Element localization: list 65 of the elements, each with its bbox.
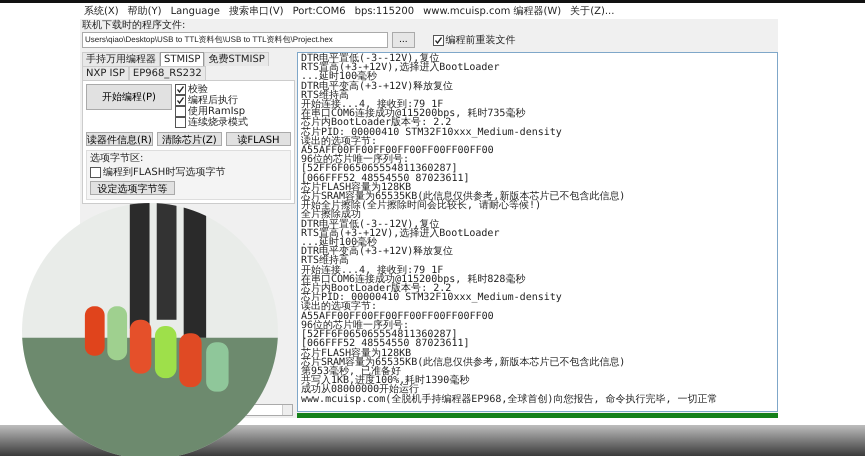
log-line: 在串口COM6连接成功@115200bps, 耗时735毫秒 <box>301 109 526 118</box>
menu-item[interactable]: 系统(X) <box>84 6 119 18</box>
log-line: A55AFF00FF00FF00FF00FF00FF00FF00 <box>301 312 495 321</box>
log-line: www.mcuisp.com(全脱机手持编程器EP968,全球首创)向您报告, 命令执行完毕, 一切正常 <box>301 394 719 404</box>
checkbox[interactable] <box>175 117 186 128</box>
log-line: 芯片SRAM容量为65535KB(此信息仅供参考,新版本芯片已不包含此信息) <box>301 358 626 367</box>
action-button[interactable]: 读FLASH <box>226 132 292 146</box>
menu-item[interactable]: Port:COM6 <box>292 6 346 18</box>
action-button[interactable]: 读器件信息(R) <box>86 132 153 146</box>
start-button[interactable]: 开始编程(P) <box>86 84 172 110</box>
log-line: RTS维持高 <box>301 256 350 266</box>
checkbox-label: 编程到FLASH时写选项字节 <box>103 168 226 178</box>
tab[interactable]: NXP ISP <box>82 66 129 80</box>
log-line: RTS置高(+3-+12V),选择进入BootLoader <box>301 228 500 238</box>
checkbox[interactable] <box>175 84 186 95</box>
checkbox[interactable] <box>175 106 186 117</box>
browse-button[interactable]: ... <box>392 32 415 48</box>
tab[interactable]: EP968_RS232 <box>128 66 206 80</box>
log-line: 芯片FLASH容量为128KB <box>301 348 412 358</box>
checkbox[interactable] <box>432 34 444 46</box>
log-line: RTS维持高 <box>301 90 350 100</box>
file-path-field[interactable]: Users\qiao\Desktop\USB to TTL资料包\USB to TTL资料包\Project.hex <box>82 32 388 48</box>
log-line: 芯片内BootLoader版本号: 2.2 <box>301 284 452 294</box>
checkbox-label: 校验 <box>188 84 208 94</box>
menu-item[interactable]: 帮助(Y) <box>128 6 162 18</box>
menu-item[interactable]: 搜索串口(V) <box>228 6 284 18</box>
file-label: 联机下载时的程序文件: <box>81 19 186 32</box>
log-line: ...延时100毫秒 <box>301 72 378 82</box>
log-line: [066FFF52 48554550 87023611] <box>301 339 471 348</box>
log-line: [066FFF52 48554550 87023611] <box>301 174 471 183</box>
tab[interactable]: 免费STMISP <box>204 52 269 66</box>
log-line: 在串口COM6连接成功@115200bps, 耗时828毫秒 <box>301 274 526 284</box>
log-line: 开始连接...4, 接收到:79 1F <box>301 266 444 275</box>
log-line: DTR电平变高(+3-+12V)释放复位 <box>301 247 454 256</box>
log-line: 成功从08000000开始运行 <box>301 385 420 395</box>
log-line: RTS置高(+3-+12V),选择进入BootLoader <box>301 63 500 72</box>
menu-item[interactable]: 关于(Z)... <box>570 6 614 18</box>
checkbox-label: 连续烧录模式 <box>188 118 248 128</box>
log-line: 读出的选项字节: <box>301 302 378 312</box>
log-line: DTR电平置低(-3--12V),复位 <box>301 220 440 229</box>
checkbox[interactable] <box>175 95 186 106</box>
menu-item[interactable]: Language <box>170 6 220 18</box>
log-line: 芯片内BootLoader版本号: 2.2 <box>301 118 452 128</box>
tab[interactable]: STMISP <box>160 52 204 66</box>
checkbox[interactable] <box>90 167 101 178</box>
log-line: [52FF6F065065554811360287] <box>301 330 458 340</box>
log-line: 全片擦除成功 <box>301 210 361 220</box>
tab[interactable]: 手持万用编程器 <box>82 52 160 66</box>
log-line: [52FF6F065065554811360287] <box>301 164 458 174</box>
log-line: DTR电平置低(-3--12V),复位 <box>301 54 440 64</box>
option-bytes-button[interactable]: 设定选项字节等 <box>90 181 175 195</box>
action-button[interactable]: 清除芯片(Z) <box>156 132 222 146</box>
group-title: 选项字节区: <box>90 153 144 164</box>
log-line: 96位的芯片唯一序列号: <box>301 155 410 164</box>
log-line: 开始全片擦除(全片擦除时间会比较长, 请耐心等候!) <box>301 201 542 210</box>
log-line: 共写入1KB,进度100%,耗时1390毫秒 <box>301 376 470 386</box>
log-line: 芯片PID: 00000410 STM32F10xxx_Medium-density <box>301 128 563 137</box>
checkbox-label: 编程前重装文件 <box>446 34 516 47</box>
checkbox-label: 使用RamIsp <box>188 106 246 116</box>
checkbox-label: 编程后执行 <box>188 96 238 106</box>
menu-item[interactable]: bps:115200 <box>354 6 414 18</box>
log-line: 96位的芯片唯一序列号: <box>301 320 410 330</box>
log-line: DTR电平变高(+3-+12V)释放复位 <box>301 82 454 91</box>
log-line: 读出的选项字节: <box>301 136 378 146</box>
menu-item[interactable]: www.mcuisp.com 编程器(W) <box>423 6 562 18</box>
